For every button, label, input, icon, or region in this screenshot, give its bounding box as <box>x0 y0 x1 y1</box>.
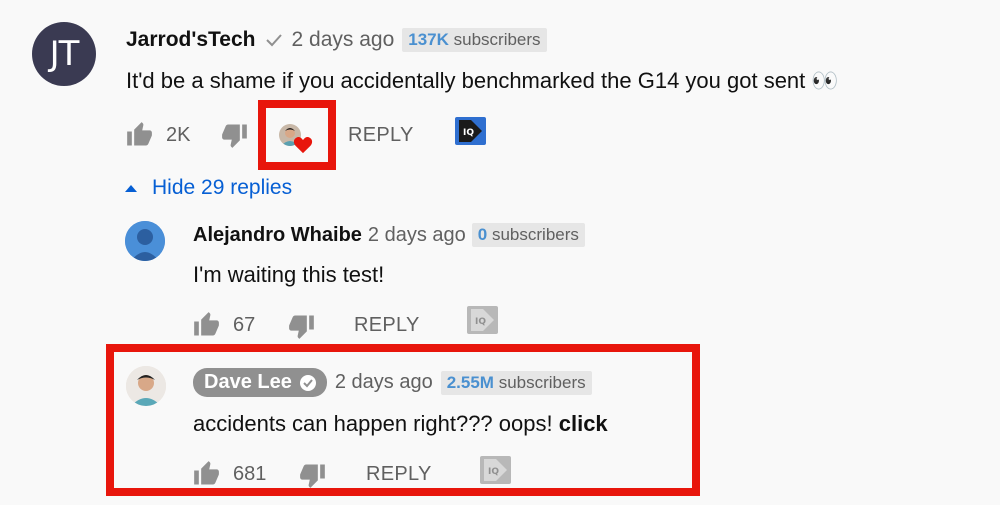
thumbs-up-icon <box>127 122 152 146</box>
like-button[interactable] <box>126 121 154 149</box>
thumbs-up-icon <box>194 461 219 485</box>
iq-icon: IQ <box>484 459 507 481</box>
thumbs-down-icon <box>222 124 247 148</box>
like-count: 67 <box>233 314 256 336</box>
dislike-button[interactable] <box>220 121 248 149</box>
comment-text: accidents can happen right??? oops! clic… <box>193 411 608 437</box>
iq-extension-button[interactable]: IQ <box>455 117 486 145</box>
dislike-button[interactable] <box>287 312 315 340</box>
comment-header: Dave Lee 2 days ago 2.55M subscribers <box>193 368 592 397</box>
hide-replies-toggle[interactable]: Hide 29 replies <box>124 176 292 200</box>
subscriber-badge: 0 subscribers <box>471 223 585 247</box>
avatar-initials: JT <box>49 34 80 74</box>
reply-button[interactable]: REPLY <box>366 463 432 486</box>
iq-extension-button[interactable]: IQ <box>467 306 498 334</box>
creator-author-badge[interactable]: Dave Lee <box>193 368 327 397</box>
subscriber-badge: 137K subscribers <box>402 28 547 52</box>
like-count: 681 <box>233 463 267 485</box>
comment-text: I'm waiting this test! <box>193 262 385 287</box>
avatar[interactable] <box>125 221 165 261</box>
comment-text-body: It'd be a shame if you accidentally benc… <box>126 68 806 93</box>
svg-text:IQ: IQ <box>488 467 499 477</box>
comment-text: It'd be a shame if you accidentally benc… <box>126 68 839 94</box>
subscriber-label: subscribers <box>453 30 541 49</box>
heart-icon <box>293 136 313 154</box>
reply-button[interactable]: REPLY <box>348 124 414 147</box>
like-button[interactable] <box>193 311 221 339</box>
avatar[interactable]: JT <box>32 22 96 86</box>
avatar[interactable] <box>126 366 166 406</box>
subscriber-label: subscribers <box>498 372 586 392</box>
iq-extension-button[interactable]: IQ <box>480 456 511 484</box>
chevron-up-icon <box>125 185 137 192</box>
verified-check-icon <box>264 30 284 50</box>
hide-replies-label: Hide 29 replies <box>152 176 293 199</box>
subscriber-count: 2.55M <box>446 372 494 392</box>
verified-check-icon <box>299 374 316 391</box>
eyes-emoji: 👀 <box>811 68 839 93</box>
iq-icon: IQ <box>459 120 482 142</box>
dislike-button[interactable] <box>298 461 326 489</box>
comment-time[interactable]: 2 days ago <box>335 371 433 394</box>
subscriber-label: subscribers <box>491 225 579 244</box>
comment-header: Jarrod'sTech 2 days ago 137K subscribers <box>126 28 547 52</box>
iq-icon: IQ <box>471 309 494 331</box>
subscriber-count: 137K <box>408 30 449 49</box>
subscriber-badge: 2.55M subscribers <box>440 370 592 395</box>
reply-button[interactable]: REPLY <box>354 314 420 337</box>
comment-author[interactable]: Alejandro Whaibe <box>193 224 362 247</box>
thumbs-up-icon <box>194 312 219 336</box>
svg-text:IQ: IQ <box>463 128 474 138</box>
comment-time[interactable]: 2 days ago <box>368 224 466 247</box>
comment-author: Dave Lee <box>204 371 292 393</box>
svg-text:IQ: IQ <box>475 317 486 327</box>
creator-heart-button[interactable] <box>279 124 313 156</box>
subscriber-count: 0 <box>477 225 488 244</box>
comment-author[interactable]: Jarrod'sTech <box>126 28 256 52</box>
comment-text-bold: click <box>558 411 608 436</box>
like-button[interactable] <box>193 460 221 488</box>
comment-text-body: accidents can happen right??? oops! <box>193 411 553 436</box>
thumbs-down-icon <box>300 464 325 488</box>
comment-header: Alejandro Whaibe 2 days ago 0 subscriber… <box>193 223 585 247</box>
like-count: 2K <box>166 124 191 146</box>
thumbs-down-icon <box>289 315 314 339</box>
comment-time[interactable]: 2 days ago <box>292 28 395 52</box>
